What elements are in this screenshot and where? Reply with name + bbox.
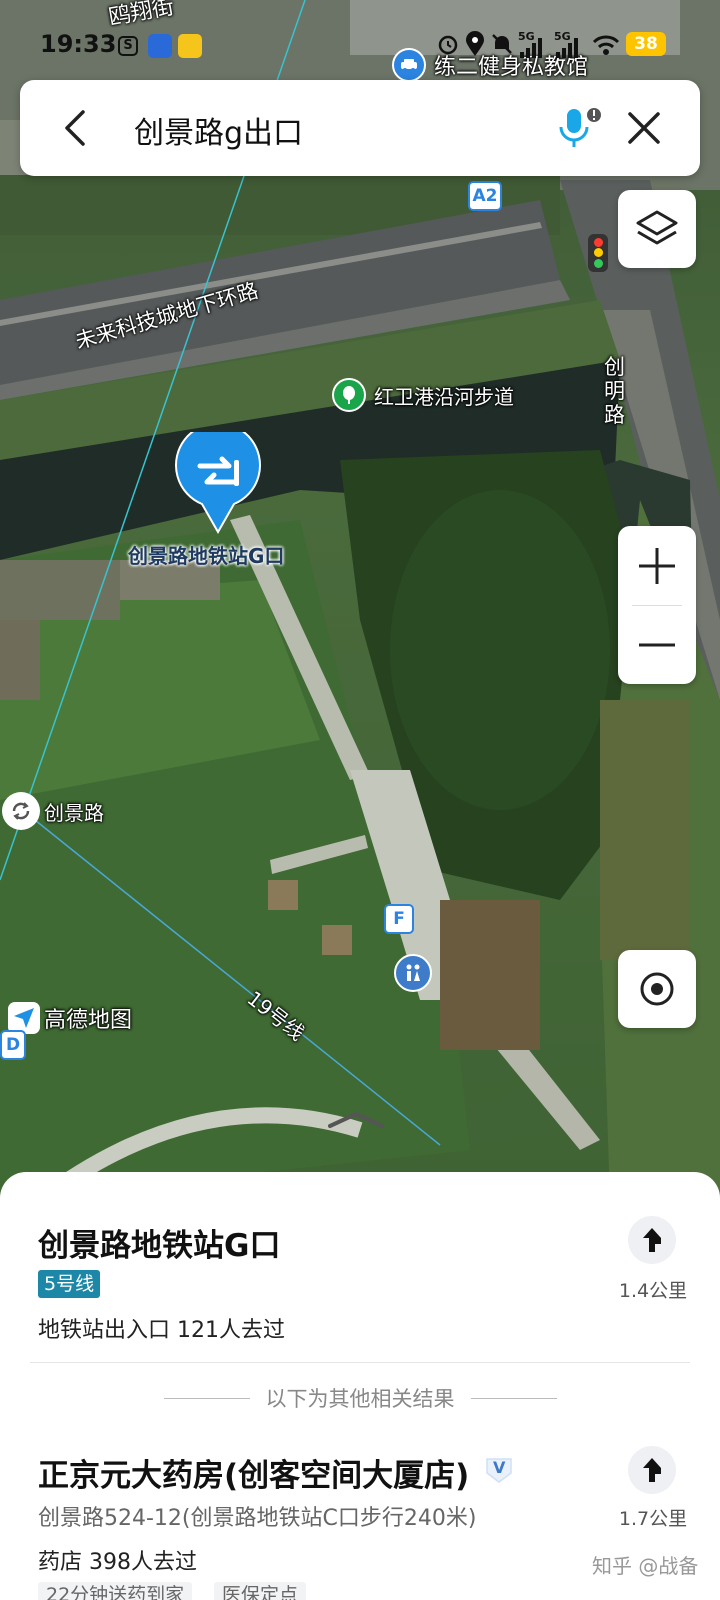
clear-search-button[interactable] xyxy=(618,102,670,154)
close-icon xyxy=(628,112,660,144)
plus-icon xyxy=(639,547,675,584)
signal-icon xyxy=(556,38,578,58)
road-chuangjing-label: 创景路 xyxy=(44,800,104,825)
app-logo-text: 高德地图 xyxy=(44,1008,133,1033)
battery-level: 38 xyxy=(634,34,658,54)
app-notification-icon xyxy=(148,34,172,58)
traffic-light-icon xyxy=(593,248,603,258)
result-meta: 药店 398人去过 xyxy=(38,1550,197,1575)
result-address: 创景路524-12(创景路地铁站C口步行240米) xyxy=(38,1506,477,1531)
app-notification-icon: S xyxy=(118,36,138,56)
divider-text: 以下为其他相关结果 xyxy=(265,1387,455,1411)
search-bar[interactable]: 创景路g出口 xyxy=(20,80,700,176)
poi-walkway[interactable]: 红卫港沿河步道 xyxy=(332,378,514,412)
alarm-icon xyxy=(438,35,458,55)
traffic-toggle[interactable] xyxy=(588,234,608,272)
watermark: 知乎 @战备 xyxy=(592,1554,699,1578)
traffic-light-icon xyxy=(593,237,603,247)
metro-transfer-icon xyxy=(175,422,261,535)
battery-indicator: 38 xyxy=(626,32,666,56)
zoom-out-button[interactable] xyxy=(618,606,696,684)
status-time: 19:33 xyxy=(40,30,117,58)
microphone-icon xyxy=(559,108,601,147)
locate-icon xyxy=(640,972,674,1006)
poi-walkway-label: 红卫港沿河步道 xyxy=(374,384,514,409)
app-notification-icon xyxy=(178,34,202,58)
metro-line-badge: 5号线 xyxy=(38,1270,101,1298)
locate-button[interactable] xyxy=(618,950,696,1028)
divider-line-left xyxy=(163,1397,250,1399)
metro-exit-a2-badge[interactable]: A2 xyxy=(468,181,502,211)
app-logo: 高德地图 xyxy=(8,1002,132,1034)
result-meta: 地铁站出入口 121人去过 xyxy=(38,1318,285,1343)
result-tag: 22分钟送药到家 xyxy=(38,1582,193,1600)
voice-search-button[interactable] xyxy=(550,102,602,154)
layers-icon xyxy=(636,210,678,245)
minus-icon xyxy=(639,643,675,647)
route-arrow-icon xyxy=(643,1458,661,1482)
metro-exit-f-badge[interactable]: F xyxy=(384,904,414,934)
refresh-icon xyxy=(2,792,40,830)
status-bar: 19:33 S 5G 5G 38 xyxy=(0,0,720,80)
mute-icon xyxy=(492,34,512,54)
related-results-divider: 以下为其他相关结果 xyxy=(0,1382,720,1414)
result-distance: 1.7公里 xyxy=(618,1508,688,1530)
route-button[interactable] xyxy=(628,1216,676,1264)
route-arrow-icon xyxy=(643,1228,661,1252)
traffic-light-icon xyxy=(593,259,603,269)
back-button[interactable] xyxy=(50,102,102,154)
back-icon xyxy=(65,110,85,146)
signal-icon xyxy=(520,38,542,58)
verified-label: V xyxy=(493,1458,506,1477)
location-icon xyxy=(466,31,484,56)
map-view[interactable]: 鸥翔街 练二健身私教馆 A2 未来科技城地下环路 红卫港沿河步道 创明路 创景路… xyxy=(0,0,720,1200)
result-title[interactable]: 创景路地铁站G口 xyxy=(38,1220,280,1265)
result-tag: 医保定点 xyxy=(214,1582,307,1600)
verified-badge: V xyxy=(484,1456,514,1484)
road-label-chuangming: 创明路 xyxy=(604,355,625,427)
metro-exit-marker[interactable] xyxy=(174,422,262,536)
results-divider-line xyxy=(30,1362,690,1363)
metro-exit-d-badge[interactable]: D xyxy=(0,1030,26,1060)
wifi-icon xyxy=(592,35,620,55)
search-input[interactable]: 创景路g出口 xyxy=(134,108,303,152)
divider-line-right xyxy=(470,1397,557,1399)
result-title[interactable]: 正京元大药房(创客空间大厦店) xyxy=(38,1450,469,1495)
road-chuangjing[interactable]: 创景路 xyxy=(2,792,104,830)
zoom-control xyxy=(618,526,696,684)
zoom-in-button[interactable] xyxy=(618,526,696,605)
toilet-icon[interactable] xyxy=(394,954,432,992)
layers-button[interactable] xyxy=(618,190,696,268)
result-distance: 1.4公里 xyxy=(618,1280,688,1302)
sheet-expand-chevron-icon[interactable] xyxy=(326,1110,386,1130)
route-button[interactable] xyxy=(628,1446,676,1494)
tree-icon xyxy=(332,378,366,412)
metro-exit-marker-label: 创景路地铁站G口 xyxy=(128,544,285,568)
